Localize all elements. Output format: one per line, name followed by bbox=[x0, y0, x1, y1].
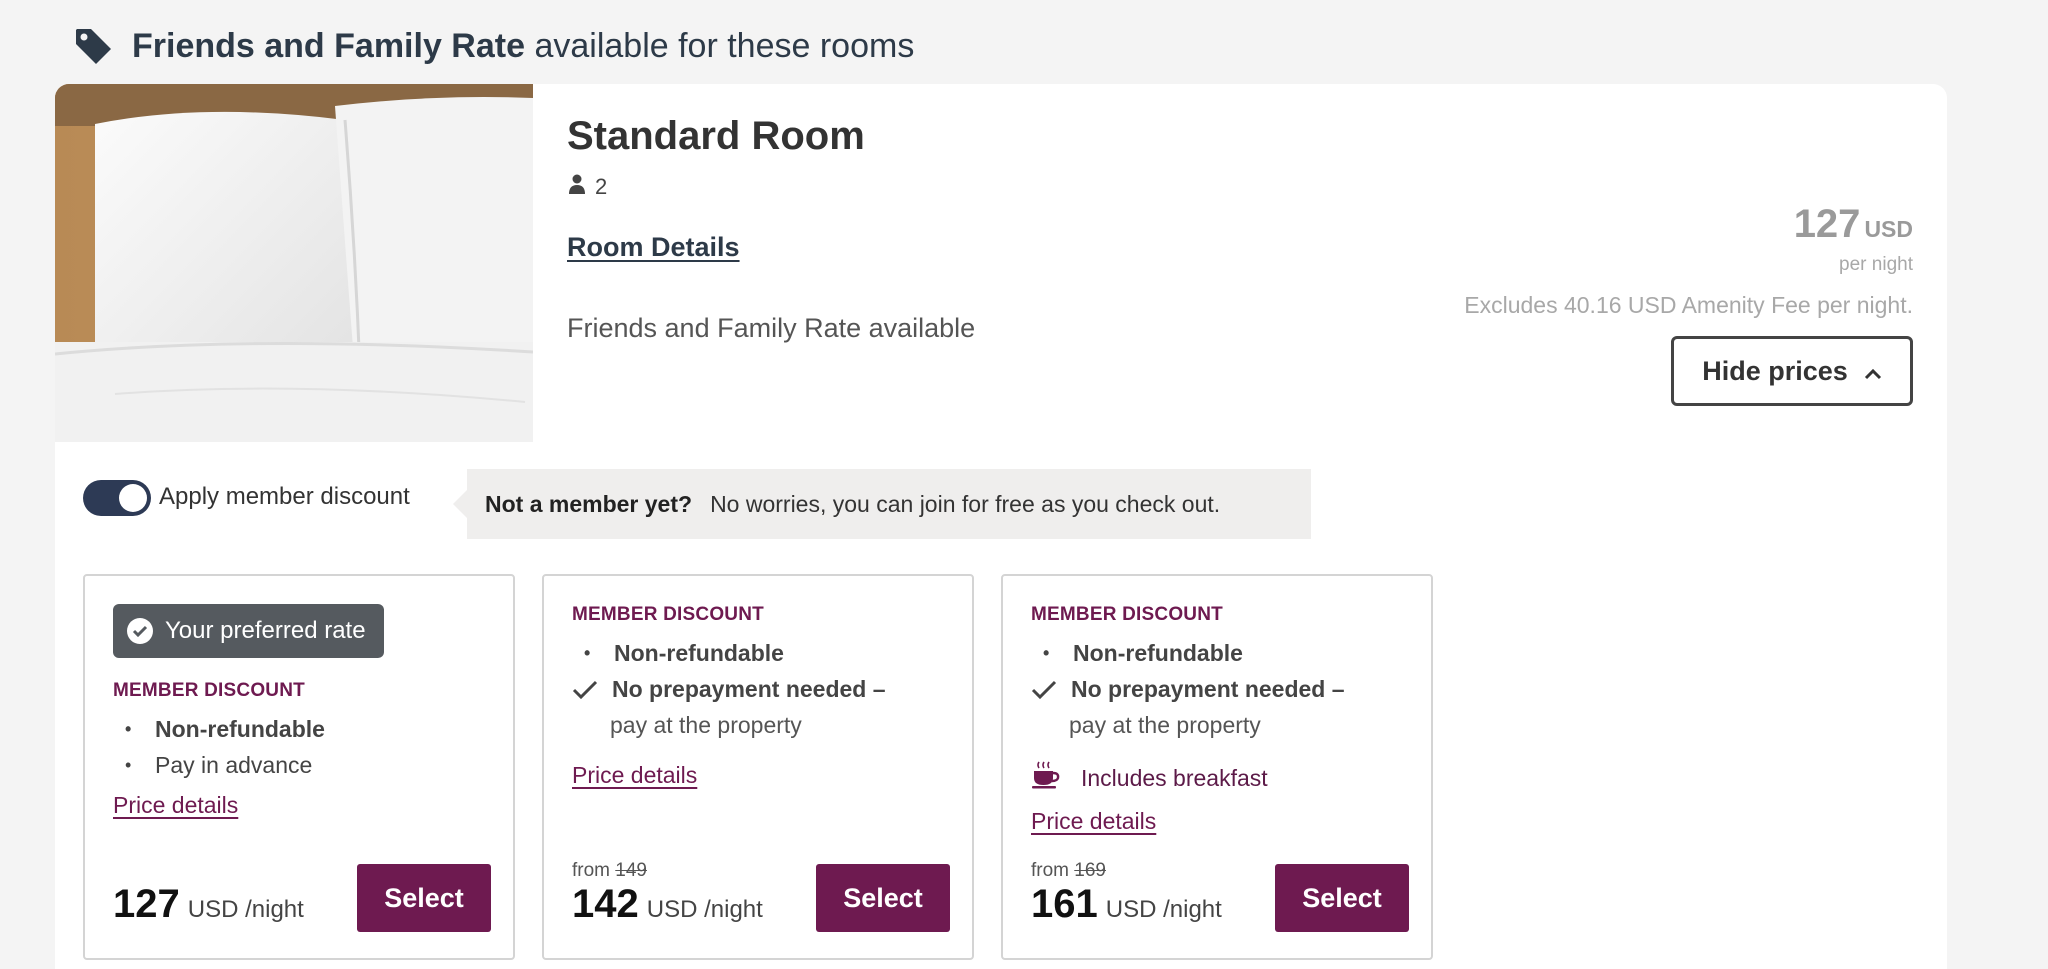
rate-price: 127 USD /night bbox=[113, 882, 304, 927]
check-circle-icon bbox=[127, 618, 153, 644]
rate-price: 161 USD /night bbox=[1031, 882, 1222, 927]
member-discount-toggle[interactable] bbox=[83, 480, 151, 516]
rate-card-1: Your preferred rate MEMBER DISCOUNT • Non… bbox=[83, 574, 515, 960]
price-details-link[interactable]: Price details bbox=[572, 762, 697, 789]
from-price: from 149 bbox=[572, 860, 647, 882]
from-label: from bbox=[572, 860, 610, 881]
room-title: Standard Room bbox=[567, 114, 865, 158]
rate-condition-subtext: pay at the property bbox=[1069, 712, 1261, 738]
rate-price-amount: 142 bbox=[572, 882, 639, 926]
occupancy: 2 bbox=[569, 174, 607, 200]
member-discount-label: MEMBER DISCOUNT bbox=[113, 680, 305, 701]
amenity-fee-note: Excludes 40.16 USD Amenity Fee per night… bbox=[1464, 292, 1913, 318]
old-price: 169 bbox=[1074, 860, 1106, 881]
from-price: from 169 bbox=[1031, 860, 1106, 882]
rate-condition-text: Non-refundable bbox=[614, 640, 784, 666]
rate-condition-text: Non-refundable bbox=[155, 716, 325, 742]
rate-condition-text: Non-refundable bbox=[1073, 640, 1243, 666]
hide-prices-label: Hide prices bbox=[1702, 355, 1848, 386]
member-note-bold: Not a member yet? bbox=[485, 490, 693, 517]
preferred-rate-label: Your preferred rate bbox=[165, 617, 366, 644]
room-photo[interactable] bbox=[55, 84, 533, 442]
member-discount-label: Apply member discount bbox=[159, 483, 410, 510]
member-note-text: No worries, you can join for free as you… bbox=[710, 490, 1221, 517]
rate-condition: • Pay in advance bbox=[125, 752, 313, 778]
room-price-amount: 127 bbox=[1793, 202, 1861, 246]
banner-bold-text: Friends and Family Rate bbox=[132, 26, 525, 65]
checkmark-icon bbox=[572, 680, 612, 700]
price-details-link[interactable]: Price details bbox=[1031, 808, 1156, 835]
rate-price-unit: USD /night bbox=[646, 896, 763, 923]
rate-banner: Friends and Family Rate available for th… bbox=[72, 22, 914, 70]
rate-price-amount: 127 bbox=[113, 882, 180, 926]
select-button[interactable]: Select bbox=[1275, 864, 1409, 932]
coffee-cup-icon bbox=[1031, 760, 1061, 796]
member-discount-label: MEMBER DISCOUNT bbox=[572, 604, 764, 625]
rate-card-2: MEMBER DISCOUNT • Non-refundable No prepa… bbox=[542, 574, 974, 960]
rate-condition: No prepayment needed – bbox=[1031, 676, 1345, 703]
toggle-knob bbox=[119, 484, 147, 512]
per-night-label: per night bbox=[1839, 254, 1913, 275]
rate-note: Friends and Family Rate available bbox=[567, 313, 976, 343]
occupancy-count: 2 bbox=[595, 174, 608, 199]
rate-condition: • Non-refundable bbox=[1043, 640, 1243, 666]
room-details-link[interactable]: Room Details bbox=[567, 232, 740, 263]
select-button[interactable]: Select bbox=[816, 864, 950, 932]
room-card: Standard Room 2 Room Details Friends and… bbox=[55, 84, 1947, 969]
banner-text: available for these rooms bbox=[534, 26, 915, 65]
rate-condition-text: No prepayment needed – bbox=[1071, 676, 1345, 702]
rate-condition-text: No prepayment needed – bbox=[612, 676, 886, 702]
rate-condition: No prepayment needed – bbox=[572, 676, 886, 703]
select-button[interactable]: Select bbox=[357, 864, 491, 932]
room-price: 127 USD bbox=[1794, 202, 1913, 247]
tag-icon bbox=[72, 25, 114, 67]
person-icon bbox=[569, 174, 585, 200]
checkmark-icon bbox=[1031, 680, 1071, 700]
rate-price-unit: USD /night bbox=[187, 896, 304, 923]
room-price-currency: USD bbox=[1864, 216, 1913, 242]
old-price: 149 bbox=[615, 860, 647, 881]
hide-prices-button[interactable]: Hide prices bbox=[1671, 336, 1913, 406]
from-label: from bbox=[1031, 860, 1069, 881]
rate-price-unit: USD /night bbox=[1105, 896, 1222, 923]
breakfast-included: Includes breakfast bbox=[1031, 760, 1268, 796]
member-join-note: Not a member yet? No worries, you can jo… bbox=[453, 469, 1311, 539]
rate-price: 142 USD /night bbox=[572, 882, 763, 927]
member-discount-label: MEMBER DISCOUNT bbox=[1031, 604, 1223, 625]
rate-price-amount: 161 bbox=[1031, 882, 1098, 926]
breakfast-label: Includes breakfast bbox=[1081, 764, 1268, 791]
rate-card-3: MEMBER DISCOUNT • Non-refundable No prepa… bbox=[1001, 574, 1433, 960]
rate-condition-subtext: pay at the property bbox=[610, 712, 802, 738]
chevron-up-icon bbox=[1864, 356, 1882, 387]
rate-condition-text: Pay in advance bbox=[155, 752, 313, 778]
preferred-rate-badge: Your preferred rate bbox=[113, 604, 384, 658]
price-details-link[interactable]: Price details bbox=[113, 792, 238, 819]
rate-condition: • Non-refundable bbox=[584, 640, 784, 666]
rate-condition: • Non-refundable bbox=[125, 716, 325, 742]
